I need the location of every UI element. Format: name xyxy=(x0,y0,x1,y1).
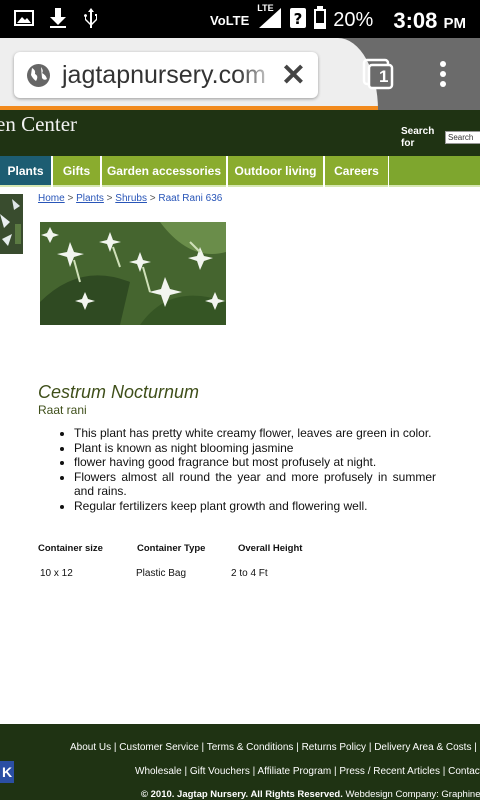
url-text: jagtapnursery.com xyxy=(62,61,266,89)
globe-icon xyxy=(26,63,51,93)
breadcrumb: Home > Plants > Shrubs > Raat Rani 636 xyxy=(38,193,223,204)
main-nav: Plants Gifts Garden accessories Outdoor … xyxy=(0,156,480,187)
table-header: Container Type xyxy=(137,543,206,554)
copyright: © 2010. Jagtap Nursery. All Rights Reser… xyxy=(141,789,480,800)
breadcrumb-home[interactable]: Home xyxy=(38,193,65,204)
list-item: flower having good fragrance but most pr… xyxy=(74,455,436,470)
volte-indicator: VoLTE xyxy=(210,13,250,28)
url-bar[interactable]: jagtapnursery.com ✕ xyxy=(14,52,318,98)
site-brand[interactable]: en Center xyxy=(0,112,77,137)
product-photo xyxy=(40,222,226,325)
search-input[interactable] xyxy=(445,131,480,144)
site-footer: About Us | Customer Service | Terms & Co… xyxy=(0,724,480,800)
clock: 3:08 PM xyxy=(393,7,466,33)
status-bar: VoLTE LTE ? 20% 3:08 PM xyxy=(0,0,480,38)
table-cell: 10 x 12 xyxy=(40,568,73,579)
breadcrumb-current: Raat Rani 636 xyxy=(158,193,223,204)
nav-garden-accessories[interactable]: Garden accessories xyxy=(102,156,226,187)
list-item: Regular fertilizers keep plant growth an… xyxy=(74,499,436,514)
nav-careers[interactable]: Careers xyxy=(325,156,388,187)
footer-links-row2[interactable]: Wholesale | Gift Vouchers | Affiliate Pr… xyxy=(135,766,480,777)
tab-switcher-button[interactable]: 1 xyxy=(362,58,394,90)
download-icon xyxy=(48,7,68,34)
nav-outdoor-living[interactable]: Outdoor living xyxy=(228,156,323,187)
table-header: Container size xyxy=(38,543,103,554)
search-label: Search for xyxy=(401,126,435,149)
breadcrumb-plants[interactable]: Plants xyxy=(76,193,104,204)
tab-count: 1 xyxy=(379,67,389,86)
product-description-list: This plant has pretty white creamy flowe… xyxy=(60,426,436,513)
table-cell: 2 to 4 Ft xyxy=(231,568,268,579)
wifi-question-icon: ? xyxy=(289,6,307,35)
product-title: Cestrum Nocturnum xyxy=(38,382,200,402)
signal-icon: LTE xyxy=(257,3,283,35)
footer-badge-icon[interactable]: K xyxy=(0,761,14,783)
table-cell: Plastic Bag xyxy=(136,568,187,579)
site-header: en Center Search for xyxy=(0,110,480,158)
overflow-menu-icon[interactable] xyxy=(438,60,448,88)
table-header: Overall Height xyxy=(238,543,303,554)
browser-toolbar: jagtapnursery.com ✕ 1 xyxy=(0,38,480,110)
footer-links-row1[interactable]: About Us | Customer Service | Terms & Co… xyxy=(70,742,480,753)
usb-icon xyxy=(82,7,100,34)
list-item: Plant is known as night blooming jasmine xyxy=(74,441,436,456)
gallery-icon xyxy=(14,8,34,33)
breadcrumb-shrubs[interactable]: Shrubs xyxy=(115,193,147,204)
product-subtitle: Raat rani xyxy=(38,403,87,417)
nav-gifts[interactable]: Gifts xyxy=(53,156,100,187)
battery-icon xyxy=(313,6,327,35)
close-icon[interactable]: ✕ xyxy=(281,58,306,93)
list-item: This plant has pretty white creamy flowe… xyxy=(74,426,436,441)
list-item: Flowers almost all round the year and mo… xyxy=(74,470,436,499)
nav-plants[interactable]: Plants xyxy=(0,156,51,187)
svg-text:?: ? xyxy=(294,10,303,28)
battery-percentage: 20% xyxy=(333,9,374,31)
side-thumbnail[interactable] xyxy=(0,194,23,254)
